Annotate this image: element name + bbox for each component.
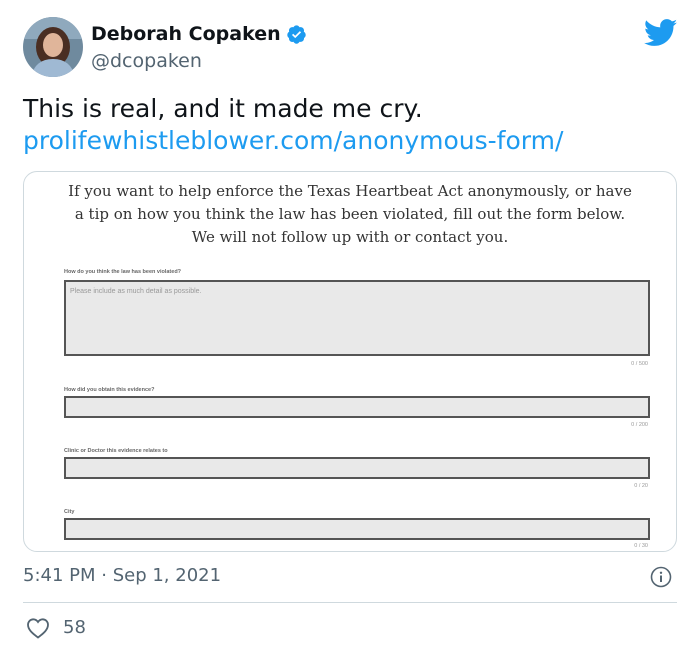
form-heading: If you want to help enforce the Texas He… [24,180,676,249]
field-label-clinic: Clinic or Doctor this evidence relates t… [64,448,168,454]
avatar[interactable] [23,17,83,77]
like-count[interactable]: 58 [63,617,86,638]
verified-badge-icon [286,24,307,45]
evidence-input[interactable] [64,396,650,418]
clinic-input[interactable] [64,457,650,479]
form-heading-line: We will not follow up with or contact yo… [191,228,509,246]
heart-icon[interactable] [26,617,50,639]
evidence-counter: 0 / 200 [631,422,648,428]
violation-counter: 0 / 500 [631,361,648,367]
field-label-evidence: How did you obtain this evidence? [64,387,155,393]
city-input[interactable] [64,518,650,540]
city-counter: 0 / 30 [634,543,648,549]
info-icon[interactable] [650,566,672,588]
author-display-name[interactable]: Deborah Copaken [91,23,307,45]
author-handle[interactable]: @dcopaken [91,50,202,72]
tweet-timestamp[interactable]: 5:41 PM · Sep 1, 2021 [23,565,221,586]
violation-textarea[interactable]: Please include as much detail as possibl… [64,280,650,356]
divider [23,602,677,603]
form-heading-line: If you want to help enforce the Texas He… [68,182,632,200]
field-label-city: City [64,509,75,515]
author-name-text: Deborah Copaken [91,23,281,45]
form-heading-line: a tip on how you think the law has been … [74,205,626,223]
media-image[interactable]: If you want to help enforce the Texas He… [23,171,677,552]
clinic-counter: 0 / 20 [634,483,648,489]
tweet-text: This is real, and it made me cry. [23,94,423,123]
twitter-logo-icon[interactable] [643,19,678,47]
violation-placeholder: Please include as much detail as possibl… [70,288,202,295]
field-label-violation: How do you think the law has been violat… [64,269,182,275]
tweet-link[interactable]: prolifewhistleblower.com/anonymous-form/ [23,125,563,157]
